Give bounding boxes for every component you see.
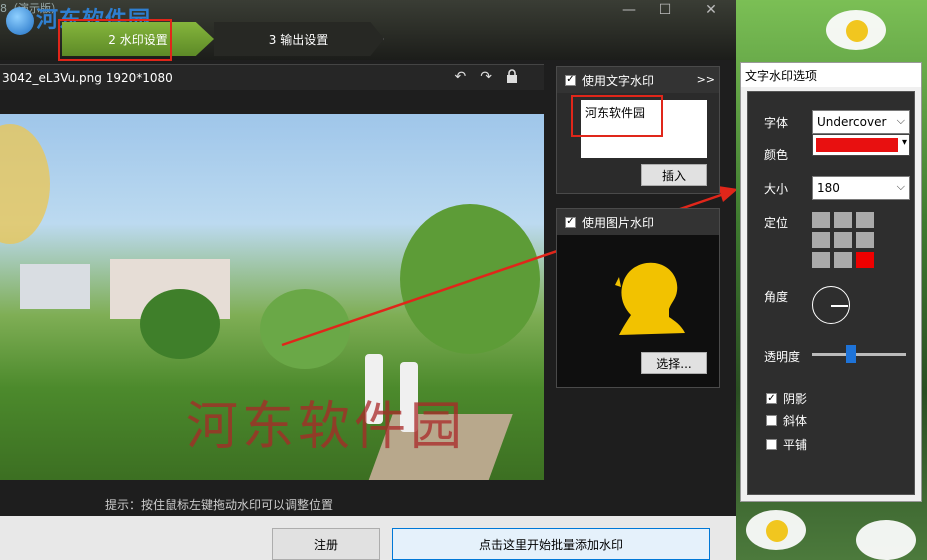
position-middle-right[interactable] [856,232,874,248]
maximize-button[interactable]: ☐ [650,2,680,18]
shadow-label: 阴影 [783,392,808,406]
font-value: Undercover [817,115,887,129]
tile-checkbox[interactable] [766,439,777,450]
text-watermark-options-dialog: 文字水印选项 字体 Undercover ⌵ 颜色 ▾ 大小 180 ⌵ 定位 [740,62,922,502]
position-top-right[interactable] [856,212,874,228]
italic-checkbox[interactable] [766,415,777,426]
shadow-checkbox[interactable]: ✓ [766,393,777,404]
tile-option[interactable]: 平铺 [766,436,807,453]
color-select[interactable]: ▾ [812,134,910,156]
file-info-bar: 3042_eL3Vu.png 1920*1080 ↶ ↷ [0,64,544,90]
text-watermark-label: 使用文字水印 [582,73,655,88]
size-label: 大小 [764,182,789,196]
angle-dial[interactable] [812,286,850,324]
insert-button[interactable]: 插入 [641,164,707,186]
flower-center [846,20,868,42]
color-label: 颜色 [764,148,789,162]
position-bottom-center[interactable] [834,252,852,268]
lock-icon[interactable] [506,68,518,87]
drag-hint: 提示：按住鼠标左键拖动水印可以调整位置 [105,498,334,512]
chevron-down-icon: ▾ [901,137,907,148]
position-bottom-right[interactable] [856,252,874,268]
register-button[interactable]: 注册 [272,528,380,560]
start-batch-button[interactable]: 点击这里开始批量添加水印 [392,528,710,560]
font-label: 字体 [764,116,789,130]
color-swatch [816,138,898,152]
chevron-down-icon: ⌵ [896,180,905,193]
tree [260,289,350,369]
image-preview[interactable]: 河东软件园 [0,114,544,480]
italic-option[interactable]: 斜体 [766,412,807,429]
position-middle-left[interactable] [812,232,830,248]
chevron-down-icon: ⌵ [896,114,905,127]
head-silhouette-icon [609,255,689,342]
shadow-option[interactable]: ✓ 阴影 [766,390,807,407]
flower [856,520,916,560]
tree [140,289,220,359]
file-name: 3042_eL3Vu.png 1920*1080 [2,70,173,85]
rotate-left-icon[interactable]: ↶ [455,69,467,87]
position-center[interactable] [834,232,852,248]
position-top-center[interactable] [834,212,852,228]
opacity-slider-thumb[interactable] [845,345,856,363]
dialog-title: 文字水印选项 [741,63,921,87]
font-select[interactable]: Undercover ⌵ [812,110,910,134]
image-watermark-checkbox[interactable]: ✓ [565,216,576,228]
tree [400,204,540,354]
size-select[interactable]: 180 ⌵ [812,176,910,200]
close-button[interactable]: ✕ [696,2,726,18]
text-watermark-panel: ✓ 使用文字水印 >> 河东软件园 插入 [556,66,720,194]
italic-label: 斜体 [783,414,808,428]
text-watermark-preview[interactable]: 河东软件园 [186,384,466,459]
choose-image-button[interactable]: 选择... [641,352,707,374]
position-top-left[interactable] [812,212,830,228]
flower-center [766,520,788,542]
image-watermark-panel: ✓ 使用图片水印 选择... [556,208,720,388]
tab-output-settings[interactable]: 3 输出设置 [214,22,384,56]
text-watermark-checkbox[interactable]: ✓ [565,74,576,86]
text-highlight-box [571,95,663,137]
position-label: 定位 [764,216,789,230]
step-highlight-box [58,19,172,61]
building [20,264,90,309]
minimize-button[interactable]: — [614,2,644,18]
image-watermark-label: 使用图片水印 [582,215,655,230]
size-value: 180 [817,181,840,195]
more-options-button[interactable]: >> [697,73,715,86]
options-body: 字体 Undercover ⌵ 颜色 ▾ 大小 180 ⌵ 定位 角度 透明度 … [747,91,915,495]
globe-icon [6,7,34,35]
position-grid [812,212,874,268]
rotate-right-icon[interactable]: ↷ [480,69,492,87]
image-watermark-preview [0,124,50,244]
opacity-label: 透明度 [764,350,801,364]
angle-label: 角度 [764,290,789,304]
opacity-slider[interactable] [812,345,906,363]
position-bottom-left[interactable] [812,252,830,268]
tile-label: 平铺 [783,438,808,452]
